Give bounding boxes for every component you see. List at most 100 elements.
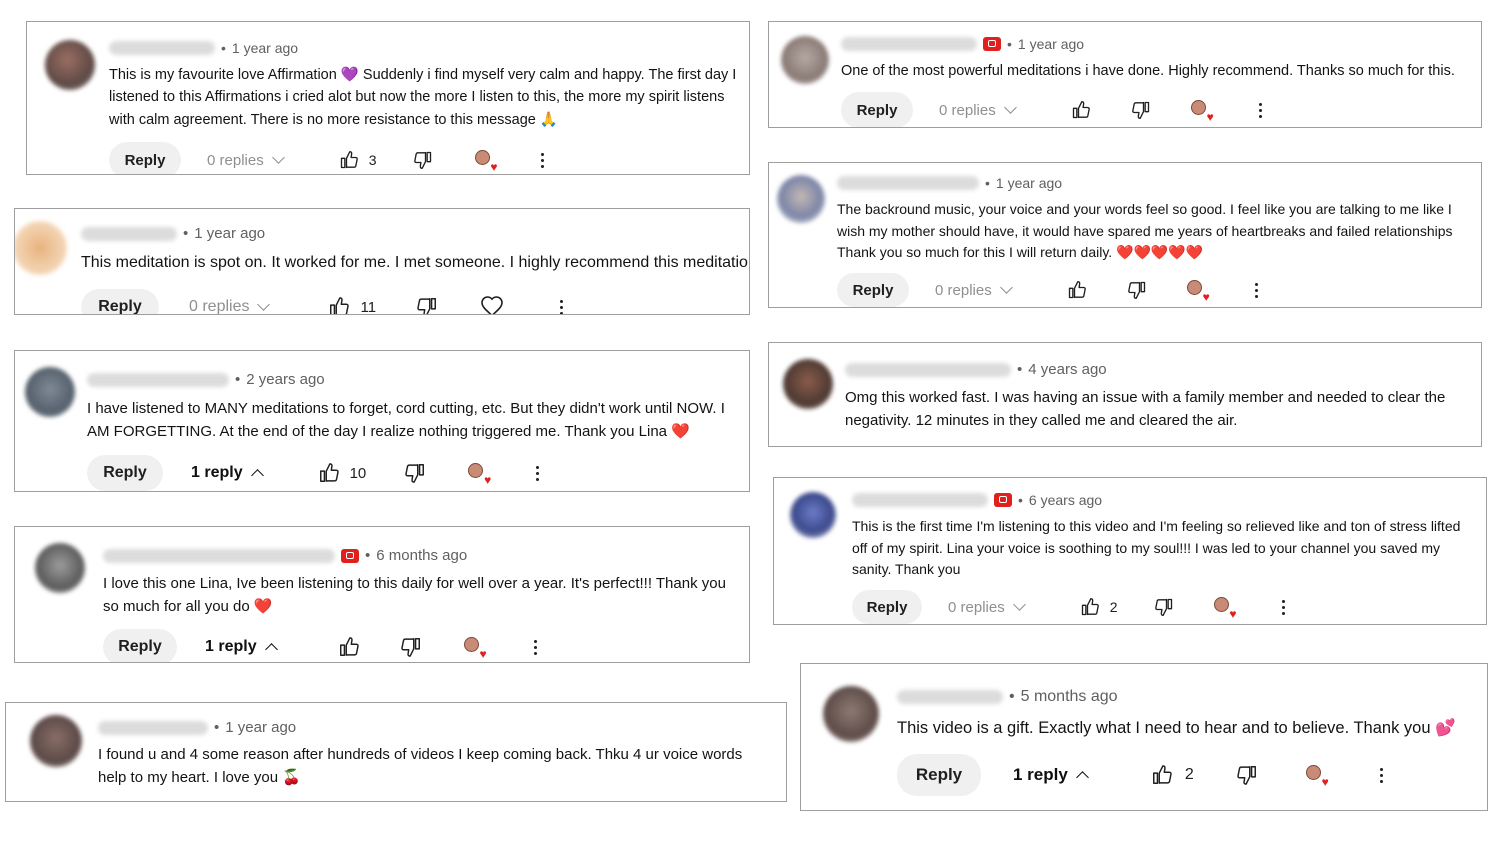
comment-card: • 1 year ago This is my favourite love A… <box>26 21 750 175</box>
username[interactable] <box>852 493 988 507</box>
reply-button[interactable]: Reply <box>103 629 177 662</box>
comment-text: This is the first time I'm listening to … <box>852 518 1461 578</box>
channel-owner-badge-icon <box>983 37 1001 51</box>
thumbs-down-icon[interactable] <box>400 636 422 658</box>
comment-actions: Reply 0 replies ♥ <box>841 92 1262 127</box>
reply-button[interactable]: Reply <box>852 590 922 624</box>
timestamp[interactable]: 1 year ago <box>1018 36 1084 52</box>
timestamp[interactable]: 5 months ago <box>1021 688 1118 706</box>
thumbs-down-icon[interactable] <box>1131 100 1151 120</box>
avatar[interactable] <box>783 359 833 409</box>
heart-outline-icon[interactable] <box>480 295 504 315</box>
comment-meta: • 5 months ago <box>897 688 1118 706</box>
reply-button[interactable]: Reply <box>897 754 981 796</box>
comment-text: This video is a gift. Exactly what I nee… <box>897 719 1456 737</box>
thumbs-up-icon[interactable] <box>338 636 360 658</box>
more-vertical-icon[interactable] <box>1258 102 1262 118</box>
more-vertical-icon[interactable] <box>1254 282 1258 298</box>
comment-text: The backround music, your voice and your… <box>837 201 1453 261</box>
reply-button[interactable]: Reply <box>87 455 163 491</box>
thumbs-down-icon[interactable] <box>1154 597 1174 617</box>
comment-card: • 1 year ago This meditation is spot on.… <box>14 208 750 315</box>
username[interactable] <box>103 548 335 563</box>
thumbs-down-icon[interactable] <box>413 150 433 170</box>
creator-heart-avatar-icon: ♥ <box>1190 100 1214 123</box>
username[interactable] <box>837 176 979 190</box>
replies-toggle[interactable]: 0 replies <box>948 598 1026 616</box>
reply-button[interactable]: Reply <box>841 92 913 127</box>
replies-toggle[interactable]: 0 replies <box>189 298 271 314</box>
timestamp[interactable]: 1 year ago <box>225 719 296 736</box>
username[interactable] <box>897 690 1003 704</box>
replies-toggle[interactable]: 0 replies <box>939 101 1017 119</box>
more-vertical-icon[interactable] <box>536 465 540 481</box>
comment-meta: • 6 years ago <box>852 492 1102 508</box>
timestamp[interactable]: 6 months ago <box>376 547 467 564</box>
thumbs-down-icon[interactable] <box>1127 280 1147 300</box>
thumbs-down-icon[interactable] <box>416 296 438 315</box>
thumbs-up-icon[interactable] <box>318 462 340 484</box>
timestamp[interactable]: 4 years ago <box>1028 361 1106 378</box>
thumbs-up-icon[interactable] <box>1067 280 1087 300</box>
avatar[interactable] <box>30 715 82 767</box>
like-count: 2 <box>1109 599 1118 615</box>
reply-button[interactable]: Reply <box>109 142 181 174</box>
replies-count: 1 reply <box>1013 765 1068 784</box>
avatar[interactable] <box>781 36 829 84</box>
timestamp[interactable]: 1 year ago <box>996 175 1062 191</box>
comment-actions: Reply 0 replies 11 <box>81 289 564 315</box>
thumbs-up-icon[interactable] <box>339 150 359 170</box>
username[interactable] <box>845 362 1011 377</box>
reply-button[interactable]: Reply <box>837 273 909 307</box>
avatar[interactable] <box>45 40 95 90</box>
avatar[interactable] <box>777 175 825 223</box>
thumbs-up-icon[interactable] <box>1071 100 1091 120</box>
thumbs-up-icon[interactable] <box>328 296 350 315</box>
timestamp[interactable]: 1 year ago <box>194 225 265 242</box>
avatar[interactable] <box>823 686 879 742</box>
more-vertical-icon[interactable] <box>533 639 537 655</box>
username[interactable] <box>81 226 177 241</box>
timestamp[interactable]: 6 years ago <box>1029 492 1102 508</box>
replies-count: 1 reply <box>205 638 257 655</box>
username[interactable] <box>841 37 977 51</box>
comment-meta: • 1 year ago <box>81 225 265 242</box>
thumbs-up-icon[interactable] <box>1151 764 1173 786</box>
thumbs-up-icon[interactable] <box>1080 597 1100 617</box>
replies-toggle[interactable]: 1 reply <box>205 638 278 656</box>
channel-owner-badge-icon <box>994 493 1012 507</box>
avatar[interactable] <box>25 367 75 417</box>
replies-toggle[interactable]: 0 replies <box>207 151 285 169</box>
replies-toggle[interactable]: 1 reply <box>191 464 264 482</box>
more-vertical-icon[interactable] <box>1281 599 1285 615</box>
avatar[interactable] <box>790 492 836 538</box>
replies-toggle[interactable]: 0 replies <box>935 281 1013 299</box>
comment-card: • 2 years ago I have listened to MANY me… <box>14 350 750 492</box>
comment-card: • 5 months ago This video is a gift. Exa… <box>800 663 1488 811</box>
replies-toggle[interactable]: 1 reply <box>1013 765 1089 785</box>
avatar[interactable] <box>35 543 85 593</box>
avatar[interactable] <box>15 221 67 275</box>
comment-text: This meditation is spot on. It worked fo… <box>81 254 750 271</box>
creator-heart-avatar-icon: ♥ <box>1186 280 1210 303</box>
more-vertical-icon[interactable] <box>540 152 544 168</box>
more-vertical-icon[interactable] <box>1379 767 1383 783</box>
comment-text: I have listened to MANY meditations to f… <box>87 400 725 441</box>
chevron-down-icon <box>1003 101 1017 114</box>
thumbs-down-icon[interactable] <box>1236 764 1258 786</box>
comment-actions: Reply 0 replies 3 ♥ <box>109 142 544 174</box>
comment-card: • 1 year ago One of the most powerful me… <box>768 21 1482 128</box>
creator-heart-avatar-icon: ♥ <box>1305 765 1329 788</box>
reply-button[interactable]: Reply <box>81 289 159 314</box>
chevron-down-icon <box>271 151 285 164</box>
timestamp[interactable]: 2 years ago <box>246 371 324 388</box>
thumbs-down-icon[interactable] <box>404 462 426 484</box>
chevron-up-icon <box>1075 771 1089 784</box>
comment-actions: Reply 0 replies 2 ♥ <box>852 590 1285 624</box>
username[interactable] <box>98 720 208 735</box>
username[interactable] <box>109 41 215 55</box>
username[interactable] <box>87 372 229 387</box>
timestamp[interactable]: 1 year ago <box>232 40 298 56</box>
more-vertical-icon[interactable] <box>560 299 564 314</box>
replies-count: 0 replies <box>948 598 1005 616</box>
